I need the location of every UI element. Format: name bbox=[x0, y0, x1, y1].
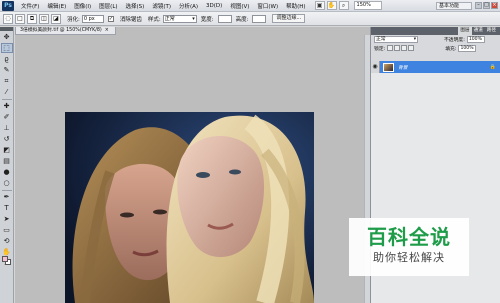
dodge-tool-icon[interactable]: ○ bbox=[1, 178, 13, 188]
portrait-photo bbox=[65, 112, 314, 303]
gradient-tool-icon[interactable]: ▤ bbox=[1, 156, 13, 166]
history-brush-tool-icon[interactable]: ↺ bbox=[1, 134, 13, 144]
width-input[interactable] bbox=[217, 14, 232, 23]
3d-rotate-tool-icon[interactable]: ⟲ bbox=[1, 236, 13, 246]
document-tab[interactable]: 3倍模拟美颜封.tif @ 150%(CMYK/8) × bbox=[15, 27, 116, 35]
subtract-selection-icon[interactable]: ◫ bbox=[39, 13, 49, 24]
add-selection-icon[interactable]: ⧉ bbox=[27, 13, 37, 24]
menu-select[interactable]: 选择(S) bbox=[122, 2, 149, 10]
maximize-icon[interactable]: □ bbox=[483, 2, 490, 9]
style-select[interactable]: 正常 bbox=[162, 14, 197, 23]
panel-tab-bar: 图层 通道 路径 bbox=[371, 27, 500, 35]
photoshop-logo: Ps bbox=[2, 0, 14, 11]
style-label: 样式: bbox=[147, 16, 161, 23]
height-label: 高度: bbox=[235, 16, 249, 23]
new-selection-icon[interactable]: □ bbox=[15, 13, 25, 24]
watermark-title: 百科全说 bbox=[367, 225, 451, 249]
antialias-label: 消除锯齿 bbox=[119, 16, 142, 23]
layer-lock-icon: 🔒 bbox=[489, 64, 496, 70]
move-tool-icon[interactable]: ✥ bbox=[1, 32, 13, 42]
quick-select-tool-icon[interactable]: ✎ bbox=[1, 65, 13, 75]
pen-tool-icon[interactable]: ✒ bbox=[1, 192, 13, 202]
menu-image[interactable]: 图像(I) bbox=[70, 2, 95, 10]
tab-channels[interactable]: 通道 bbox=[472, 27, 485, 35]
menu-3d[interactable]: 3D(D) bbox=[202, 3, 226, 9]
zoom-level[interactable]: 150% bbox=[353, 1, 382, 10]
zoom-tool-icon[interactable]: ⌕ bbox=[338, 1, 349, 10]
layer-row-background[interactable]: ◉ 背景 🔒 bbox=[371, 61, 500, 73]
lock-all-icon[interactable] bbox=[408, 45, 415, 51]
workspace-switcher[interactable]: 基本功能 bbox=[436, 2, 472, 10]
tools-panel: ✥ ⬚ ϱ ✎ ⌗ ⁄ ✚ ✐ ⊥ ↺ ◩ ▤ ● ○ ✒ T ➤ ▭ ⟲ ✋ … bbox=[0, 27, 14, 303]
antialias-checkbox[interactable]: ✓ bbox=[107, 15, 114, 22]
type-tool-icon[interactable]: T bbox=[1, 203, 13, 213]
healing-brush-tool-icon[interactable]: ✚ bbox=[1, 101, 13, 111]
layer-name: 背景 bbox=[398, 65, 408, 71]
image-canvas[interactable] bbox=[65, 112, 314, 303]
blur-tool-icon[interactable]: ● bbox=[1, 167, 13, 177]
lock-image-icon[interactable] bbox=[394, 45, 401, 51]
menu-bar: Ps 文件(F) 编辑(E) 图像(I) 图层(L) 选择(S) 滤镜(T) 分… bbox=[0, 0, 500, 12]
eraser-tool-icon[interactable]: ◩ bbox=[1, 145, 13, 155]
menu-filter[interactable]: 滤镜(T) bbox=[148, 2, 175, 10]
minimize-icon[interactable]: – bbox=[475, 2, 482, 9]
brush-tool-icon[interactable]: ✐ bbox=[1, 112, 13, 122]
watermark-subtitle: 助你轻松解决 bbox=[373, 251, 445, 264]
bridge-icon[interactable]: ▣ bbox=[314, 1, 325, 10]
height-input[interactable] bbox=[252, 14, 267, 23]
menu-analysis[interactable]: 分析(A) bbox=[175, 2, 202, 10]
options-bar: ◌ □ ⧉ ◫ ◪ 羽化: 0 px ✓ 消除锯齿 样式: 正常 宽度: 高度:… bbox=[0, 12, 500, 26]
blend-mode-select[interactable]: 正常 bbox=[374, 36, 418, 43]
fill-label: 填充: bbox=[445, 46, 457, 52]
menu-file[interactable]: 文件(F) bbox=[17, 2, 43, 10]
layer-thumbnail bbox=[383, 62, 394, 72]
tools-panel-header[interactable] bbox=[0, 27, 13, 31]
marquee-preset-icon[interactable]: ◌ bbox=[3, 13, 13, 24]
tab-paths[interactable]: 路径 bbox=[485, 27, 498, 35]
menu-help[interactable]: 帮助(H) bbox=[282, 2, 309, 10]
tools-divider bbox=[1, 99, 12, 100]
shape-tool-icon[interactable]: ▭ bbox=[1, 225, 13, 235]
feather-label: 羽化: bbox=[67, 16, 80, 23]
foreground-color-swatch[interactable] bbox=[2, 256, 8, 262]
close-icon[interactable]: × bbox=[491, 2, 498, 9]
lock-label: 锁定: bbox=[374, 46, 386, 52]
path-select-tool-icon[interactable]: ➤ bbox=[1, 214, 13, 224]
menu-edit[interactable]: 编辑(E) bbox=[43, 2, 70, 10]
lock-transparency-icon[interactable] bbox=[387, 45, 394, 51]
menu-view[interactable]: 视图(V) bbox=[226, 2, 253, 10]
marquee-tool-icon[interactable]: ⬚ bbox=[0, 43, 13, 53]
tab-layers[interactable]: 图层 bbox=[458, 27, 472, 35]
document-title: 3倍模拟美颜封.tif @ 150%(CMYK/8) bbox=[20, 28, 102, 33]
menu-layer[interactable]: 图层(L) bbox=[95, 2, 121, 10]
visibility-eye-icon[interactable]: ◉ bbox=[371, 61, 380, 73]
lasso-tool-icon[interactable]: ϱ bbox=[1, 54, 13, 64]
feather-input[interactable]: 0 px bbox=[81, 14, 104, 23]
opacity-input[interactable]: 100% bbox=[466, 36, 485, 43]
intersect-selection-icon[interactable]: ◪ bbox=[51, 13, 61, 24]
menu-window[interactable]: 窗口(W) bbox=[253, 2, 282, 10]
close-document-icon[interactable]: × bbox=[105, 28, 109, 33]
watermark: 百科全说 助你轻松解决 bbox=[349, 218, 469, 276]
hand-tool-icon[interactable]: ✋ bbox=[326, 1, 337, 10]
opacity-label: 不透明度: bbox=[444, 38, 465, 43]
crop-tool-icon[interactable]: ⌗ bbox=[1, 76, 13, 86]
eyedropper-tool-icon[interactable]: ⁄ bbox=[1, 87, 13, 97]
tools-divider bbox=[1, 190, 12, 191]
refine-edge-button[interactable]: 调整边缘... bbox=[272, 14, 306, 23]
clone-stamp-tool-icon[interactable]: ⊥ bbox=[1, 123, 13, 133]
document-area: 3倍模拟美颜封.tif @ 150%(CMYK/8) × bbox=[15, 27, 370, 303]
fill-input[interactable]: 100% bbox=[458, 44, 477, 52]
lock-position-icon[interactable] bbox=[401, 45, 408, 51]
width-label: 宽度: bbox=[200, 16, 214, 23]
